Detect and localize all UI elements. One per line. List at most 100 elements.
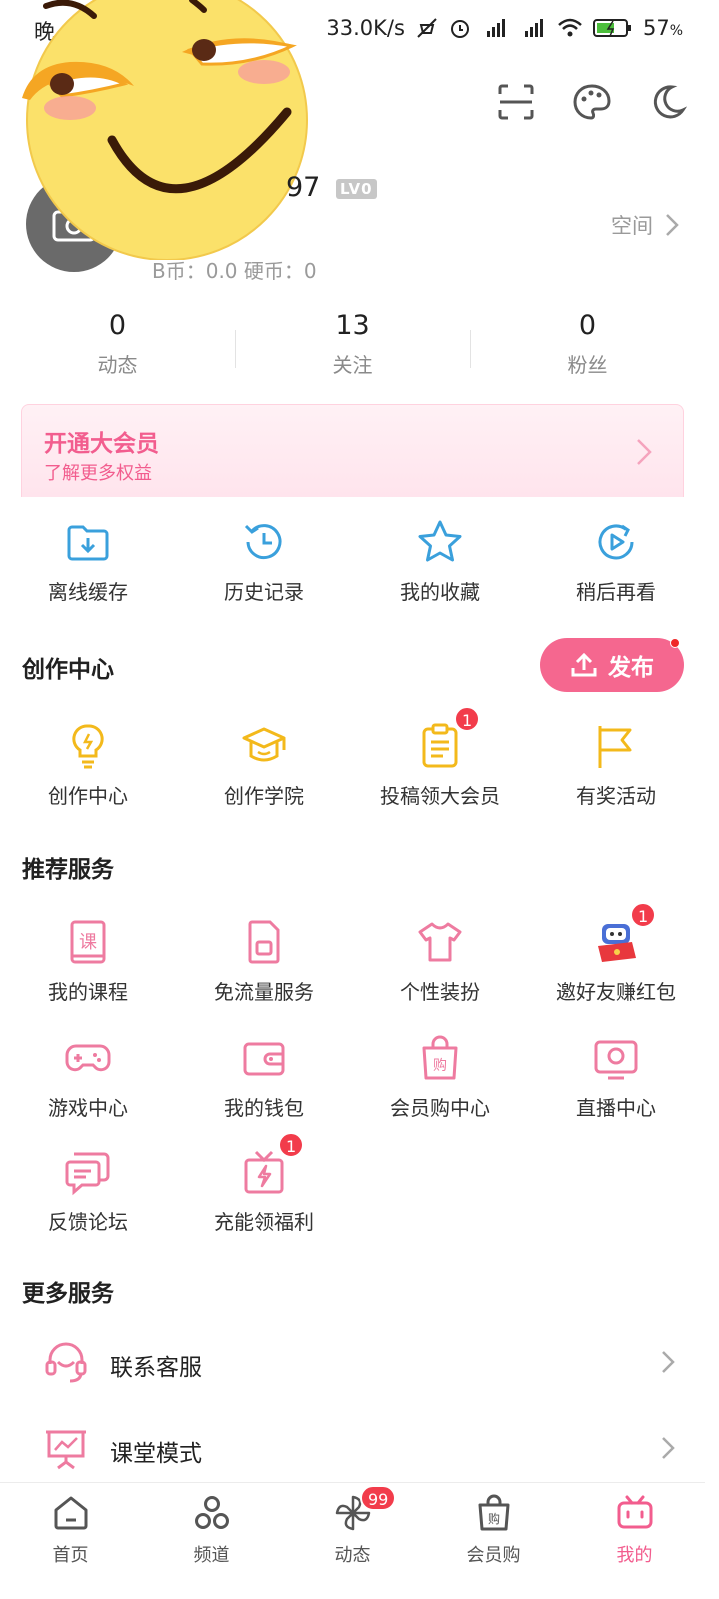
tab-home[interactable]: 首页 [0, 1493, 141, 1567]
publish-red-dot [670, 638, 680, 648]
signal-icon-2 [524, 19, 543, 37]
list-row-customer-service[interactable]: 联系客服 [0, 1322, 705, 1408]
tab-label: 会员购 [466, 1545, 521, 1566]
flag-icon [598, 726, 632, 768]
lightbulb-icon [72, 724, 104, 769]
tab-channel[interactable]: 频道 [141, 1493, 282, 1567]
stat-value: 0 [578, 310, 597, 341]
smirk-emoji-sticker [22, 0, 308, 260]
list-row-label: 课堂模式 [110, 1441, 202, 1467]
classroom-board-icon [46, 1430, 86, 1470]
quick-action-favorites[interactable]: 我的收藏 [352, 518, 528, 605]
tab-label: 首页 [52, 1545, 89, 1566]
stat-label: 关注 [332, 353, 373, 377]
service-item-label: 会员购中心 [390, 1096, 490, 1120]
stat-following[interactable]: 13 关注 [235, 310, 470, 378]
publish-label: 发布 [608, 655, 654, 681]
chat-bubbles-icon [65, 1152, 110, 1196]
quick-action-label: 历史记录 [224, 580, 304, 604]
creation-item-academy[interactable]: 创作学院 [176, 722, 352, 809]
live-tv-icon [594, 1040, 638, 1080]
battery-icon [592, 19, 631, 37]
service-item-feedback[interactable]: 反馈论坛 [0, 1148, 176, 1235]
vip-subtitle: 了解更多权益 [44, 463, 152, 484]
gift-bolt-icon [244, 1150, 284, 1194]
recommended-section-title: 推荐服务 [22, 857, 114, 883]
clipboard-icon [422, 723, 458, 768]
palette-icon[interactable] [572, 82, 612, 122]
svg-text:购: 购 [487, 1511, 499, 1526]
upload-icon [571, 652, 597, 677]
space-label: 空间 [611, 214, 653, 238]
channel-icon [194, 1496, 229, 1529]
creation-item-label: 有奖活动 [576, 784, 656, 808]
creation-item-events[interactable]: 有奖活动 [528, 722, 704, 809]
stat-value: 13 [335, 310, 370, 341]
quick-action-history[interactable]: 历史记录 [176, 518, 352, 605]
creation-item-label: 创作学院 [224, 784, 304, 808]
quick-action-offline-cache[interactable]: 离线缓存 [0, 518, 176, 605]
service-item-courses[interactable]: 课 我的课程 [0, 918, 176, 1005]
service-item-label: 游戏中心 [48, 1096, 128, 1120]
notification-badge: 1 [454, 706, 481, 732]
tab-label: 频道 [193, 1545, 230, 1566]
service-item-live[interactable]: 直播中心 [528, 1034, 704, 1121]
signal-icon [486, 19, 505, 37]
service-item-games[interactable]: 游戏中心 [0, 1034, 176, 1121]
quick-action-watch-later[interactable]: 稍后再看 [528, 518, 704, 605]
star-icon [418, 520, 462, 562]
service-item-wallet[interactable]: 我的钱包 [176, 1034, 352, 1121]
service-item-label: 充能领福利 [214, 1210, 314, 1234]
svg-text:购: 购 [433, 1058, 447, 1074]
tab-mall[interactable]: 购 会员购 [423, 1493, 564, 1567]
service-item-label: 免流量服务 [214, 980, 314, 1004]
creation-item-label: 创作中心 [48, 784, 128, 808]
shopping-bag-icon: 购 [478, 1494, 509, 1531]
publish-button[interactable]: 发布 [540, 638, 684, 692]
chevron-right-icon [637, 439, 652, 465]
svg-text:课: 课 [79, 932, 97, 953]
history-clock-icon [244, 524, 282, 560]
service-item-label: 我的课程 [48, 980, 128, 1004]
service-item-mall[interactable]: 购 会员购中心 [352, 1034, 528, 1121]
creation-item-label: 投稿领大会员 [380, 784, 500, 808]
tv-mine-icon [617, 1495, 652, 1529]
quick-action-label: 稍后再看 [576, 580, 656, 604]
service-item-energy[interactable]: 充能领福利 1 [176, 1132, 352, 1235]
stats-row: 0 动态 13 关注 0 粉丝 [0, 310, 705, 390]
stat-followers[interactable]: 0 粉丝 [470, 310, 705, 378]
stat-label: 动态 [97, 353, 138, 377]
service-item-label: 直播中心 [576, 1096, 656, 1120]
notification-badge: 1 [630, 902, 657, 928]
chevron-right-icon [666, 214, 679, 236]
robot-red-envelope-icon [598, 924, 636, 962]
service-item-dressup[interactable]: 个性装扮 [352, 918, 528, 1005]
headset-icon [45, 1342, 87, 1383]
stat-dynamics[interactable]: 0 动态 [0, 310, 235, 378]
wallet-icon [243, 1042, 285, 1076]
vip-title: 开通大会员 [44, 431, 159, 457]
service-item-free-data[interactable]: 免流量服务 [176, 918, 352, 1005]
battery-level: 57% [642, 16, 683, 40]
tab-mine[interactable]: 我的 [564, 1493, 705, 1567]
alarm-icon [450, 20, 469, 38]
scan-icon[interactable] [496, 82, 536, 122]
quick-action-label: 离线缓存 [48, 580, 128, 604]
watch-later-icon [598, 524, 634, 560]
wifi-icon [558, 18, 582, 37]
creation-item-submit[interactable]: 投稿领大会员 1 [352, 706, 528, 809]
sim-card-icon [248, 920, 280, 964]
download-folder-icon [67, 525, 109, 561]
creation-item-center[interactable]: 创作中心 [0, 722, 176, 809]
bottom-tab-bar: 首页 频道 动态 99 购 会员购 我的 [0, 1482, 705, 1599]
tab-dynamics[interactable]: 动态 99 [282, 1485, 423, 1567]
space-link[interactable]: 空间 [611, 210, 679, 240]
creation-section-title: 创作中心 [22, 657, 114, 683]
mute-icon [417, 18, 437, 38]
quick-action-label: 我的收藏 [400, 580, 480, 604]
service-item-label: 我的钱包 [224, 1096, 304, 1120]
service-item-invite[interactable]: 邀好友赚红包 1 [528, 902, 704, 1005]
night-mode-icon[interactable] [648, 82, 688, 122]
shopping-bag-icon: 购 [422, 1035, 458, 1080]
stat-value: 0 [108, 310, 127, 341]
